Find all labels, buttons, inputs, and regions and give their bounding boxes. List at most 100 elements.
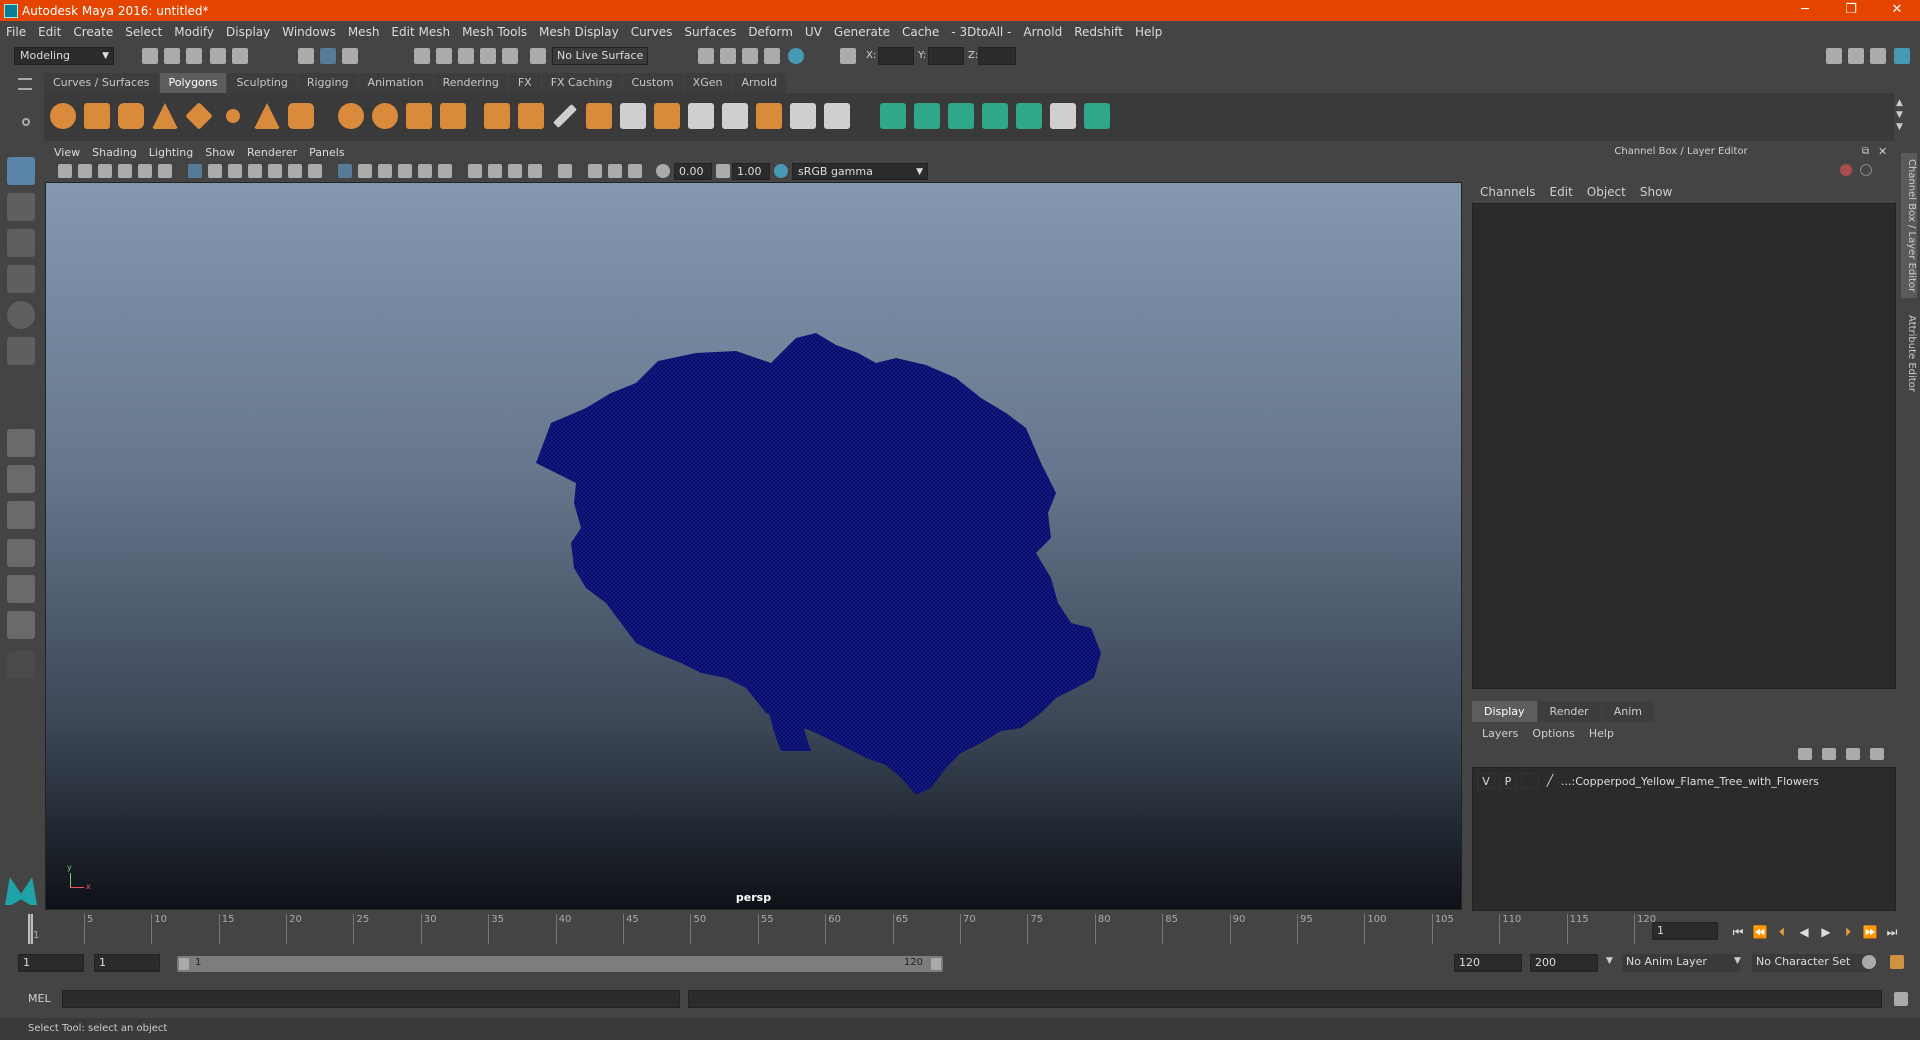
poly-cone-icon[interactable] (152, 103, 178, 129)
live-surface-field[interactable]: No Live Surface (552, 47, 648, 65)
fill-hole-icon[interactable] (688, 103, 714, 129)
four-view-layout-icon[interactable] (7, 465, 35, 493)
render-frame-icon[interactable] (698, 48, 714, 64)
menu-mesh-display[interactable]: Mesh Display (539, 25, 619, 39)
move-layer-down-icon[interactable] (1822, 748, 1836, 760)
menu-uv[interactable]: UV (805, 25, 822, 39)
tab-render[interactable]: Render (1537, 701, 1601, 722)
layer-visibility-toggle[interactable]: V (1477, 773, 1495, 789)
auto-key-icon[interactable] (1862, 955, 1876, 969)
script-editor-icon[interactable] (1894, 992, 1908, 1006)
y-field[interactable] (928, 47, 964, 65)
poly-cylinder-icon[interactable] (118, 103, 144, 129)
side-tab-attribute-editor[interactable]: Attribute Editor (1901, 308, 1917, 398)
gate-mask-icon[interactable] (248, 164, 262, 178)
snap-point-icon[interactable] (458, 48, 474, 64)
menu-arnold[interactable]: Arnold (1023, 25, 1062, 39)
chevron-down-icon[interactable]: ▼ (1734, 956, 1741, 966)
safe-title-icon[interactable] (308, 164, 322, 178)
tree-mesh[interactable] (46, 183, 1462, 910)
z-field[interactable] (978, 47, 1016, 65)
tab-rendering[interactable]: Rendering (433, 73, 508, 93)
axis-orient-icon[interactable] (1840, 164, 1852, 176)
resolution-gate-icon[interactable] (228, 164, 242, 178)
render-settings-icon[interactable] (764, 48, 780, 64)
rotate-tool-icon[interactable] (7, 301, 35, 329)
render-view-icon[interactable] (720, 48, 736, 64)
poly-torus-icon[interactable] (220, 103, 246, 129)
layer-display-type-toggle[interactable] (1521, 773, 1539, 789)
select-hierarchy-icon[interactable] (298, 48, 314, 64)
menu-help[interactable]: Help (1135, 25, 1162, 39)
paint-select-tool-icon[interactable] (7, 229, 35, 257)
separate-icon[interactable] (372, 103, 398, 129)
menu-mesh[interactable]: Mesh (348, 25, 380, 39)
maximize-icon[interactable]: ❐ (1828, 0, 1874, 21)
toggle-tool-settings-icon[interactable] (1870, 48, 1886, 64)
channels-menu[interactable]: Channels (1480, 185, 1536, 199)
merge-icon[interactable] (620, 103, 646, 129)
layer-name[interactable]: ...:Copperpod_Yellow_Flame_Tree_with_Flo… (1561, 775, 1819, 788)
new-layer-icon[interactable] (1846, 748, 1860, 760)
x-field[interactable] (878, 47, 914, 65)
2d-pan-zoom-icon[interactable] (138, 164, 152, 178)
single-perspective-layout-icon[interactable] (7, 429, 35, 457)
shelf-scroll-icon[interactable]: ▲ ▼ ▼ (1896, 97, 1903, 133)
grease-pencil-icon[interactable] (158, 164, 172, 178)
range-start-handle[interactable] (179, 958, 189, 970)
smooth-icon[interactable] (440, 103, 466, 129)
planar-uv-icon[interactable] (880, 103, 906, 129)
open-scene-icon[interactable] (164, 48, 180, 64)
layer-playback-toggle[interactable]: P (1499, 773, 1517, 789)
snap-live-icon[interactable] (530, 48, 546, 64)
tab-fx[interactable]: FX (508, 73, 541, 93)
play-forwards-icon[interactable]: ▶ (1818, 924, 1834, 940)
range-slider[interactable]: 1 120 (177, 956, 943, 972)
menu-generate[interactable]: Generate (834, 25, 890, 39)
anim-end-field[interactable]: 200 (1530, 954, 1598, 972)
spherical-uv-icon[interactable] (948, 103, 974, 129)
combine-icon[interactable] (338, 103, 364, 129)
lasso-tool-icon[interactable] (7, 193, 35, 221)
cut-uv-icon[interactable] (1084, 103, 1110, 129)
poly-cube-icon[interactable] (84, 103, 110, 129)
character-set-field[interactable]: No Character Set (1752, 954, 1870, 972)
poly-plane-icon[interactable] (185, 102, 213, 130)
shelf-settings-icon[interactable] (22, 118, 30, 126)
close-icon[interactable]: ✕ (1874, 0, 1920, 21)
move-layer-up-icon[interactable] (1798, 748, 1812, 760)
viewport-menu-shading[interactable]: Shading (92, 146, 137, 159)
menu-surfaces[interactable]: Surfaces (684, 25, 736, 39)
command-input[interactable] (62, 990, 680, 1008)
camera-attributes-icon[interactable] (78, 164, 92, 178)
redo-icon[interactable] (232, 48, 248, 64)
tab-xgen[interactable]: XGen (683, 73, 732, 93)
toggle-attribute-editor-icon[interactable] (1848, 48, 1864, 64)
undo-icon[interactable] (210, 48, 226, 64)
target-weld-icon[interactable] (722, 103, 748, 129)
gamma-field[interactable]: 1.00 (732, 163, 770, 180)
motion-blur-icon[interactable] (508, 164, 522, 178)
snap-grid-icon[interactable] (414, 48, 430, 64)
tab-custom[interactable]: Custom (622, 73, 683, 93)
use-lights-icon[interactable] (438, 164, 452, 178)
textured-icon[interactable] (418, 164, 432, 178)
tab-curves-surfaces[interactable]: Curves / Surfaces (44, 73, 159, 93)
menu-create[interactable]: Create (73, 25, 113, 39)
step-forward-frame-icon[interactable]: ⏩ (1862, 924, 1878, 940)
side-tab-channel-box[interactable]: Channel Box / Layer Editor (1901, 153, 1917, 298)
tab-anim[interactable]: Anim (1601, 701, 1654, 722)
color-management-icon[interactable] (774, 164, 788, 178)
anti-aliasing-icon[interactable] (528, 164, 542, 178)
ipr-render-icon[interactable] (742, 48, 758, 64)
image-plane-icon[interactable] (118, 164, 132, 178)
persp-graph-layout-icon[interactable] (7, 539, 35, 567)
xray-components-icon[interactable] (628, 164, 642, 178)
custom-layout-icon[interactable] (7, 651, 35, 679)
go-to-start-icon[interactable]: ⏮ (1730, 924, 1746, 940)
default-material-icon[interactable] (378, 164, 392, 178)
camera-select-icon[interactable] (58, 164, 72, 178)
menu-edit-mesh[interactable]: Edit Mesh (391, 25, 450, 39)
tab-rigging[interactable]: Rigging (297, 73, 358, 93)
play-backwards-icon[interactable]: ◀ (1796, 924, 1812, 940)
